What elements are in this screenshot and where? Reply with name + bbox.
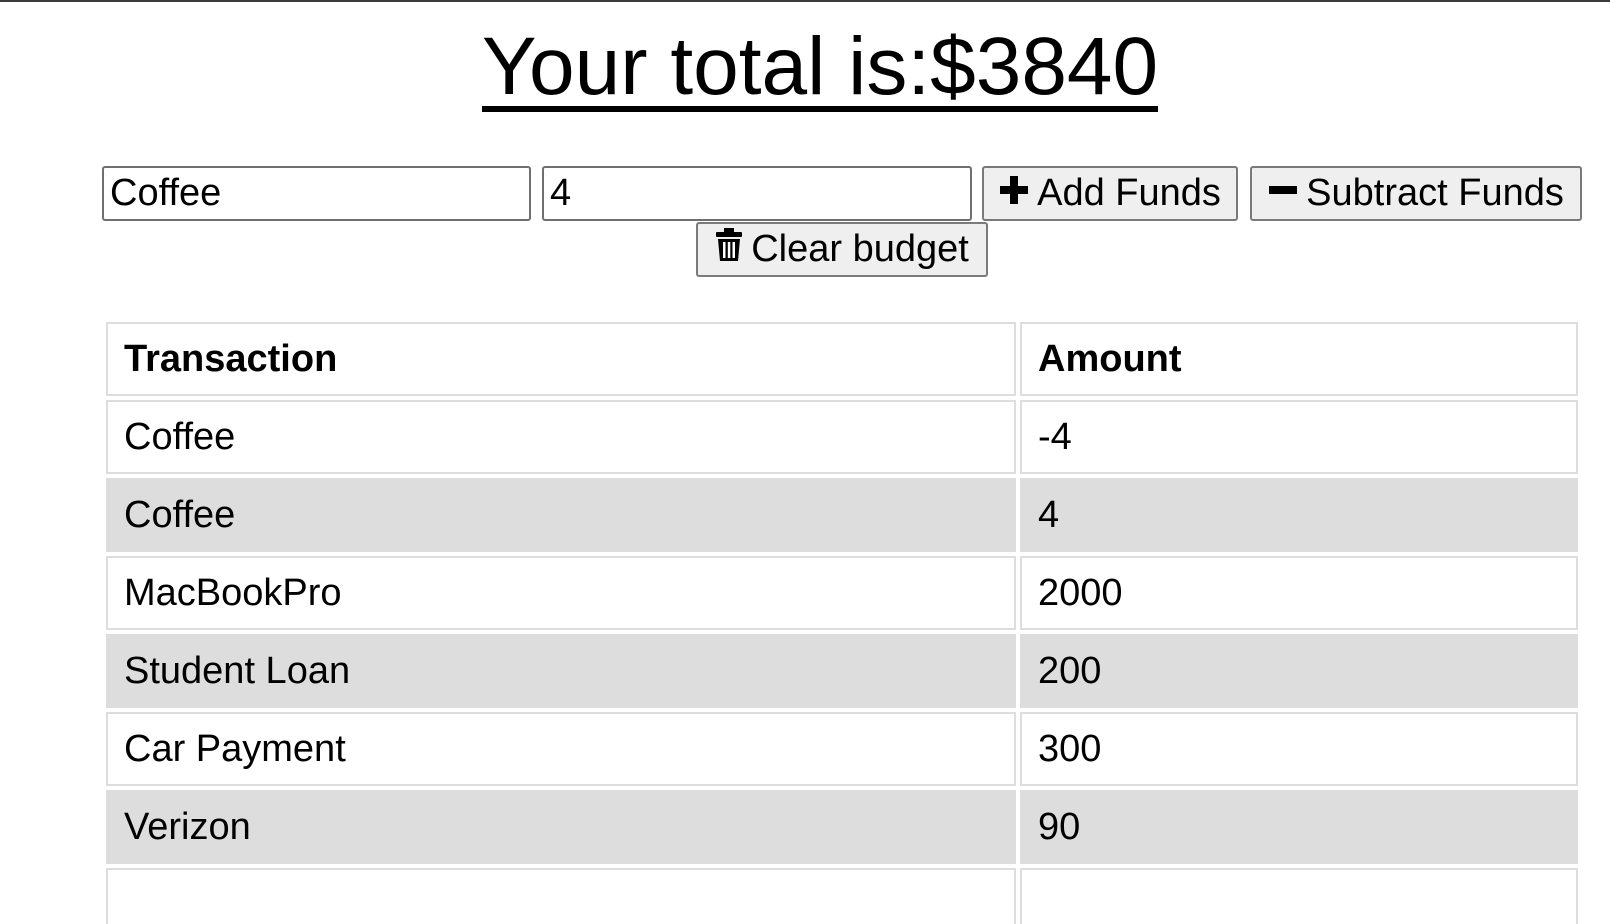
table-row: Student Loan 200 [106, 634, 1578, 708]
transaction-cell: Coffee [106, 400, 1016, 474]
transaction-cell: Student Loan [106, 634, 1016, 708]
table-row: Verizon 90 [106, 790, 1578, 864]
column-header-amount: Amount [1020, 322, 1578, 396]
amount-cell: 2000 [1020, 556, 1578, 630]
table-row: Coffee -4 [106, 400, 1578, 474]
amount-cell: -4 [1020, 400, 1578, 474]
amount-cell: 4 [1020, 478, 1578, 552]
transaction-cell: Verizon [106, 790, 1016, 864]
amount-cell: 300 [1020, 712, 1578, 786]
table-row: Coffee 4 [106, 478, 1578, 552]
transaction-cell: Coffee [106, 478, 1016, 552]
table-viewport: Transaction Amount Coffee -4 Coffee 4 Ma… [0, 0, 1610, 924]
table-row [106, 868, 1578, 924]
transactions-table: Transaction Amount Coffee -4 Coffee 4 Ma… [102, 318, 1582, 924]
transaction-cell: MacBookPro [106, 556, 1016, 630]
table-header-row: Transaction Amount [106, 322, 1578, 396]
amount-cell [1020, 868, 1578, 924]
table-row: MacBookPro 2000 [106, 556, 1578, 630]
transaction-cell: Car Payment [106, 712, 1016, 786]
table-row: Car Payment 300 [106, 712, 1578, 786]
column-header-transaction: Transaction [106, 322, 1016, 396]
amount-cell: 90 [1020, 790, 1578, 864]
transaction-cell [106, 868, 1016, 924]
amount-cell: 200 [1020, 634, 1578, 708]
